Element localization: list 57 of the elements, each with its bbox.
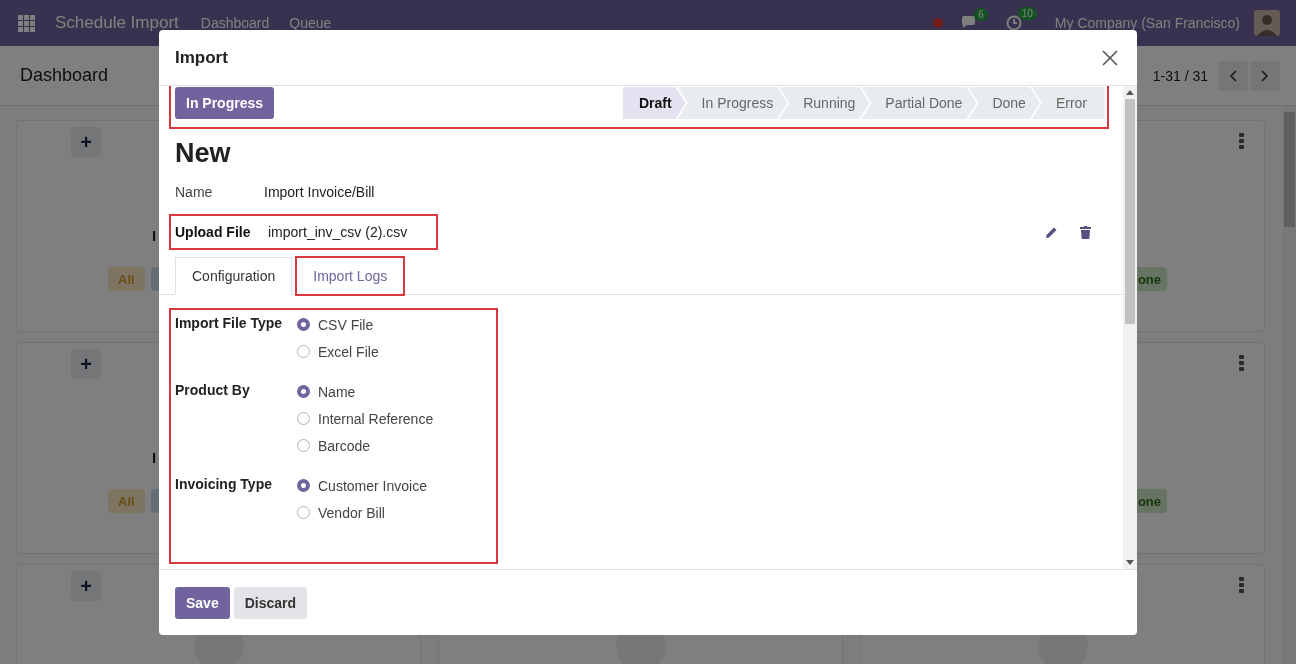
field-label: Import File Type xyxy=(175,314,284,333)
radio-icon[interactable] xyxy=(297,412,310,425)
dialog-button[interactable]: Discard xyxy=(233,586,308,619)
scroll-up-icon[interactable] xyxy=(1126,90,1134,95)
dialog-title: Import xyxy=(175,47,228,68)
page-title: Dashboard xyxy=(20,65,109,86)
tag: All xyxy=(108,489,145,513)
radio-icon[interactable] xyxy=(297,345,310,358)
dialog-button[interactable]: Save xyxy=(175,586,230,619)
field-label: Name xyxy=(175,184,214,200)
status-stage[interactable]: Partial Done xyxy=(861,87,977,119)
radio-icon[interactable] xyxy=(297,385,310,398)
avatar-icon[interactable] xyxy=(1254,10,1280,36)
status-stage[interactable]: Done xyxy=(968,87,1040,119)
field-label: Invoicing Type xyxy=(175,475,273,494)
trash-icon[interactable] xyxy=(1080,225,1091,239)
app-grid-icon[interactable] xyxy=(18,14,35,32)
radio-icon[interactable] xyxy=(297,439,310,452)
tag: All xyxy=(108,267,145,291)
message-count: 6 xyxy=(974,7,988,21)
tab[interactable]: Import Logs xyxy=(296,257,405,295)
pager-value[interactable]: 1-31 / 31 xyxy=(1152,67,1208,84)
kebab-menu-icon[interactable] xyxy=(1239,577,1244,593)
radio-icon[interactable] xyxy=(297,479,310,492)
field-label: Product By xyxy=(175,381,251,400)
previous-button[interactable] xyxy=(1218,60,1248,91)
close-icon xyxy=(1102,49,1118,66)
pencil-icon[interactable] xyxy=(1045,225,1058,239)
field-label: Upload File xyxy=(175,224,252,240)
status-stage[interactable]: Draft xyxy=(622,87,686,119)
status-stage[interactable]: Running xyxy=(779,87,870,119)
app-title[interactable]: Schedule Import xyxy=(55,13,179,33)
status-action-button[interactable]: In Progress xyxy=(175,87,275,119)
add-button[interactable]: + xyxy=(71,127,101,157)
add-button[interactable]: + xyxy=(71,349,101,379)
card-title: I xyxy=(152,449,157,466)
radio-icon[interactable] xyxy=(297,318,310,331)
kebab-menu-icon[interactable] xyxy=(1239,355,1244,371)
chevron-right-icon xyxy=(1261,69,1269,82)
radio-icon[interactable] xyxy=(297,506,310,519)
activity-count: 10 xyxy=(1017,7,1037,20)
status-stage[interactable]: Error xyxy=(1031,87,1105,119)
card-title: I xyxy=(152,227,157,244)
clock-icon[interactable] xyxy=(1005,15,1022,31)
add-button[interactable]: + xyxy=(71,571,101,601)
field-value[interactable]: import_inv_csv (2).csv xyxy=(268,224,408,240)
tab[interactable]: Configuration xyxy=(175,257,293,295)
menu-item[interactable]: Queue xyxy=(289,15,332,31)
menu-item[interactable]: Dashboard xyxy=(200,15,270,31)
kebab-menu-icon[interactable] xyxy=(1239,133,1244,149)
field-value[interactable]: Import Invoice/Bill xyxy=(264,184,375,200)
status-stage[interactable]: In Progress xyxy=(677,87,788,119)
status-dot-icon xyxy=(933,18,944,28)
company-name[interactable]: My Company (San Francisco) xyxy=(1054,15,1240,31)
next-button[interactable] xyxy=(1250,60,1280,91)
chevron-left-icon xyxy=(1229,69,1237,82)
record-title: New xyxy=(175,138,232,169)
